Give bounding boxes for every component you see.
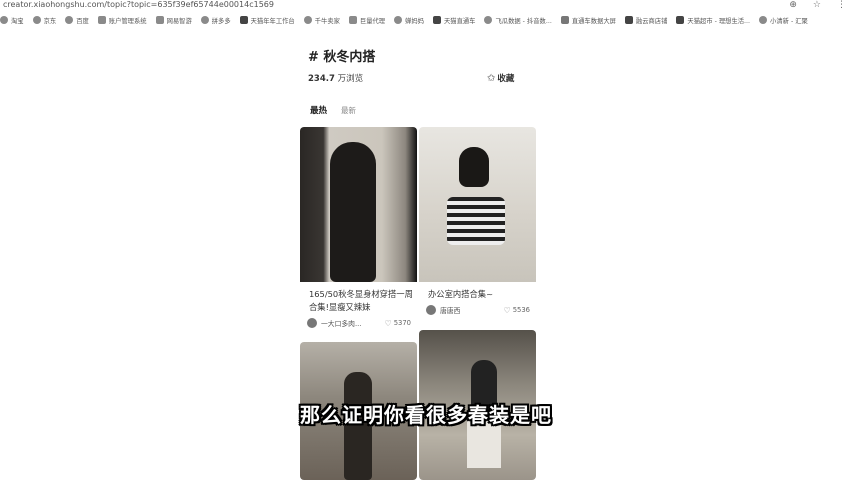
bookmark-item[interactable]: 天猫直通车 (432, 16, 475, 25)
bookmark-item[interactable]: 巨量代理 (348, 16, 385, 25)
views-unit: 万浏览 (337, 74, 364, 84)
globe-icon (759, 16, 768, 24)
avatar[interactable] (307, 318, 317, 328)
heart-icon: ♡ (503, 305, 511, 315)
bookmark-item[interactable]: 天猫年年工作台 (239, 16, 295, 25)
more-icon[interactable]: ⋮ (837, 0, 846, 10)
topic-title: # 秋冬内搭 (308, 50, 376, 65)
bookmark-star-icon[interactable]: ☆ (813, 0, 821, 10)
like-count: 5370 (393, 319, 411, 327)
site-icon (676, 16, 685, 24)
browser-actions: ⊕ ☆ ⋮ (789, 0, 846, 10)
like-count: 5536 (512, 306, 530, 314)
author-name[interactable]: 一大口多肉... (321, 318, 385, 328)
site-icon (97, 16, 106, 24)
globe-icon (0, 16, 8, 24)
note-cover-image[interactable] (419, 127, 536, 282)
bookmark-item[interactable]: 账户管理系统 (97, 16, 147, 25)
bookmark-item[interactable]: 拼多多 (200, 16, 231, 25)
like-button[interactable]: ♡ 5370 (385, 319, 411, 328)
globe-icon (65, 16, 74, 24)
heart-icon: ♡ (384, 318, 392, 328)
globe-icon (394, 16, 403, 24)
globe-icon (484, 16, 493, 24)
bookmark-item[interactable]: 百度 (65, 16, 89, 25)
bookmark-item[interactable]: 淘宝 (0, 16, 24, 25)
note-meta: 一大口多肉... ♡ 5370 (300, 314, 417, 328)
site-icon (239, 16, 248, 24)
site-icon (155, 16, 164, 24)
share-icon[interactable]: ⊕ (789, 0, 797, 10)
site-icon (624, 16, 633, 24)
tab-new[interactable]: 最新 (341, 105, 356, 116)
bookmark-item[interactable]: 飞瓜数据 - 抖音数... (484, 16, 552, 25)
bookmark-item[interactable]: 融云商店铺 (624, 16, 667, 25)
star-icon: ✩ (487, 72, 496, 84)
striped-sweater (447, 197, 505, 245)
site-icon (560, 16, 569, 24)
bookmark-item[interactable]: 蝉妈妈 (394, 16, 424, 25)
note-cover-image[interactable] (300, 127, 417, 282)
address-bar[interactable]: creator.xiaohongshu.com/topic?topic=635f… (0, 0, 852, 12)
person-figure (459, 147, 489, 187)
note-card[interactable]: 办公室内搭合集~ 唐唐西 ♡ 5536 (419, 127, 536, 315)
bookmark-item[interactable]: 网易智游 (155, 16, 192, 25)
collect-button[interactable]: ✩ 收藏 (487, 72, 515, 85)
like-button[interactable]: ♡ 5536 (504, 306, 530, 315)
note-meta: 唐唐西 ♡ 5536 (419, 301, 536, 315)
site-icon (432, 16, 441, 24)
globe-icon (32, 16, 41, 24)
globe-icon (200, 16, 209, 24)
views-number: 234.7 (308, 74, 335, 84)
tab-hot[interactable]: 最热 (310, 104, 327, 116)
author-name[interactable]: 唐唐西 (440, 305, 504, 315)
bookmark-item[interactable]: 天猫超市 - 理想生活... (676, 16, 750, 25)
video-subtitle: 那么证明你看很多春装是吧 (300, 403, 552, 427)
note-card[interactable]: 165/50秋冬显身材穿搭一周合集!显瘦又辣妹 一大口多肉... ♡ 5370 (300, 127, 417, 328)
topic-views: 234.7 万浏览 (308, 72, 363, 84)
avatar[interactable] (426, 305, 436, 315)
bookmark-item[interactable]: 小清新 - 汇聚 (759, 16, 808, 25)
bookmark-item[interactable]: 千牛卖家 (303, 16, 340, 25)
sort-tabs: 最热 最新 (310, 104, 356, 116)
bookmark-item[interactable]: 直通车数据大屏 (560, 16, 616, 25)
person-figure (330, 142, 376, 282)
bookmark-item[interactable]: 京东 (32, 16, 56, 25)
note-caption[interactable]: 165/50秋冬显身材穿搭一周合集!显瘦又辣妹 (300, 282, 417, 314)
bookmarks-bar: 淘宝 京东 百度 账户管理系统 网易智游 拼多多 天猫年年工作台 千牛卖家 巨量… (0, 13, 852, 27)
note-caption[interactable]: 办公室内搭合集~ (419, 282, 536, 301)
collect-label: 收藏 (497, 74, 515, 84)
url-text[interactable]: creator.xiaohongshu.com/topic?topic=635f… (3, 0, 274, 9)
globe-icon (303, 16, 312, 24)
document-icon (348, 16, 357, 24)
